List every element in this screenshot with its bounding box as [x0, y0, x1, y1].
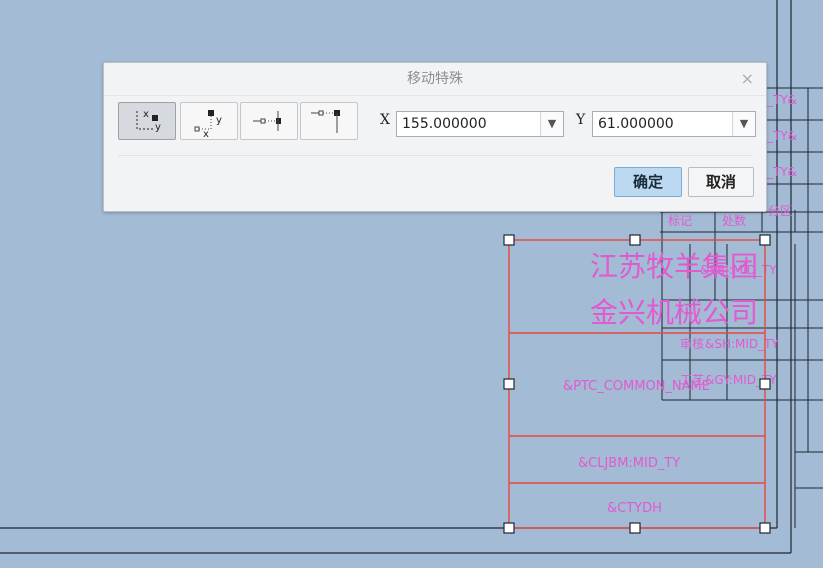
handle-bottom-right[interactable] [759, 522, 771, 534]
svg-text:y: y [216, 115, 222, 126]
handle-top-right[interactable] [759, 234, 771, 246]
cancel-button[interactable]: 取消 [688, 167, 754, 197]
x-coordinate-value: 155.000000 [402, 116, 487, 132]
grid-text-fragment-1: _TY& [766, 93, 797, 107]
move-to-point-tool-button[interactable] [240, 102, 298, 140]
relative-coordinates-tool-button[interactable]: x y [180, 102, 238, 140]
chevron-down-icon[interactable]: ▼ [540, 112, 563, 136]
xy-absolute-icon: x y [136, 109, 161, 133]
x-coordinate-field[interactable]: 155.000000 ▼ [396, 111, 564, 137]
svg-text:y: y [155, 122, 161, 133]
y-coordinate-field[interactable]: 61.000000 ▼ [592, 111, 756, 137]
vertex-move-icon [311, 110, 340, 133]
common-name-field: &PTC_COMMON_NAME [563, 379, 710, 394]
handle-top-left[interactable] [503, 234, 515, 246]
company-name-line1: 江苏牧羊集团 [590, 250, 758, 283]
move-to-vertex-tool-button[interactable] [300, 102, 358, 140]
divider [118, 155, 752, 156]
chevron-down-icon[interactable]: ▼ [732, 112, 755, 136]
move-special-dialog: 移动特殊 × x y x y X 155.000000 ▼ Y 61.00000… [103, 62, 767, 212]
dialog-title: 移动特殊 [104, 63, 766, 96]
grid-text-fragment-3: _TY& [766, 165, 797, 179]
handle-bottom-left[interactable] [503, 522, 515, 534]
svg-text:x: x [143, 109, 149, 120]
grid-text-zone: 分区 [768, 204, 792, 218]
xy-relative-icon: x y [194, 110, 222, 140]
grid-text-count: 处数 [722, 213, 746, 228]
y-axis-label: Y [576, 112, 586, 128]
svg-text:x: x [203, 129, 209, 139]
company-name-line2: 金兴机械公司 [590, 296, 758, 329]
x-axis-label: X [380, 112, 390, 128]
cljbm-field: &CLJBM:MID_TY [578, 456, 680, 471]
handle-top-middle[interactable] [629, 234, 641, 246]
ok-button[interactable]: 确定 [614, 167, 682, 197]
ctydh-field: &CTYDH [607, 501, 662, 516]
grid-text-shenhe: 审核 [680, 336, 704, 351]
handle-middle-left[interactable] [503, 378, 515, 390]
grid-text-fragment-2: _TY& [766, 129, 797, 143]
handle-middle-right[interactable] [759, 378, 771, 390]
absolute-coordinates-tool-button[interactable]: x y [118, 102, 176, 140]
grid-text-sh: &SH:MID_TY [705, 337, 780, 351]
grid-text-mark: 标记 [668, 214, 692, 228]
point-move-icon [253, 111, 281, 131]
close-icon[interactable]: × [741, 69, 754, 89]
y-coordinate-value: 61.000000 [598, 116, 674, 132]
handle-bottom-middle[interactable] [629, 522, 641, 534]
